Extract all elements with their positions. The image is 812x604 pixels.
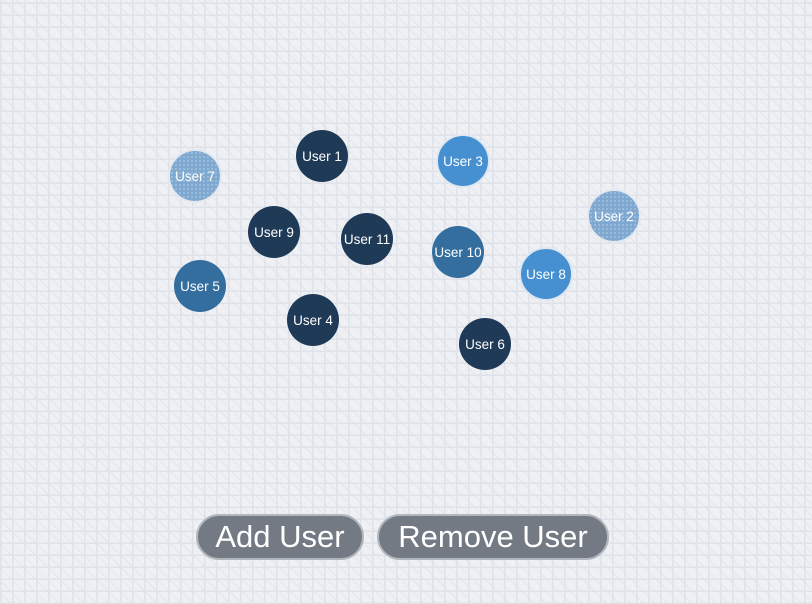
user-node-label: User 2 bbox=[594, 208, 634, 224]
user-node-1[interactable]: User 1 bbox=[296, 130, 348, 182]
user-node-8[interactable]: User 8 bbox=[519, 247, 573, 301]
user-node-5[interactable]: User 5 bbox=[174, 260, 226, 312]
user-node-label: User 9 bbox=[254, 224, 294, 240]
user-node-9[interactable]: User 9 bbox=[248, 206, 300, 258]
user-node-label: User 11 bbox=[343, 231, 391, 247]
user-graph-canvas: User 1 User 3 User 7 User 2 User 9 User … bbox=[0, 0, 812, 500]
add-user-button[interactable]: Add User bbox=[196, 514, 364, 560]
user-node-label: User 10 bbox=[434, 244, 482, 260]
user-node-label: User 5 bbox=[180, 278, 220, 294]
remove-user-button[interactable]: Remove User bbox=[377, 514, 609, 560]
user-node-label: User 6 bbox=[465, 336, 505, 352]
user-node-4[interactable]: User 4 bbox=[287, 294, 339, 346]
user-node-10[interactable]: User 10 bbox=[432, 226, 484, 278]
user-node-label: User 8 bbox=[526, 266, 566, 282]
user-node-label: User 7 bbox=[175, 168, 215, 184]
controls-bar: Add User Remove User bbox=[0, 514, 812, 562]
user-node-6[interactable]: User 6 bbox=[459, 318, 511, 370]
user-node-2[interactable]: User 2 bbox=[587, 189, 641, 243]
user-node-11[interactable]: User 11 bbox=[341, 213, 393, 265]
user-node-3[interactable]: User 3 bbox=[436, 134, 490, 188]
user-node-label: User 3 bbox=[443, 153, 483, 169]
user-node-7[interactable]: User 7 bbox=[168, 149, 222, 203]
user-node-label: User 1 bbox=[302, 148, 342, 164]
user-node-label: User 4 bbox=[293, 312, 333, 328]
